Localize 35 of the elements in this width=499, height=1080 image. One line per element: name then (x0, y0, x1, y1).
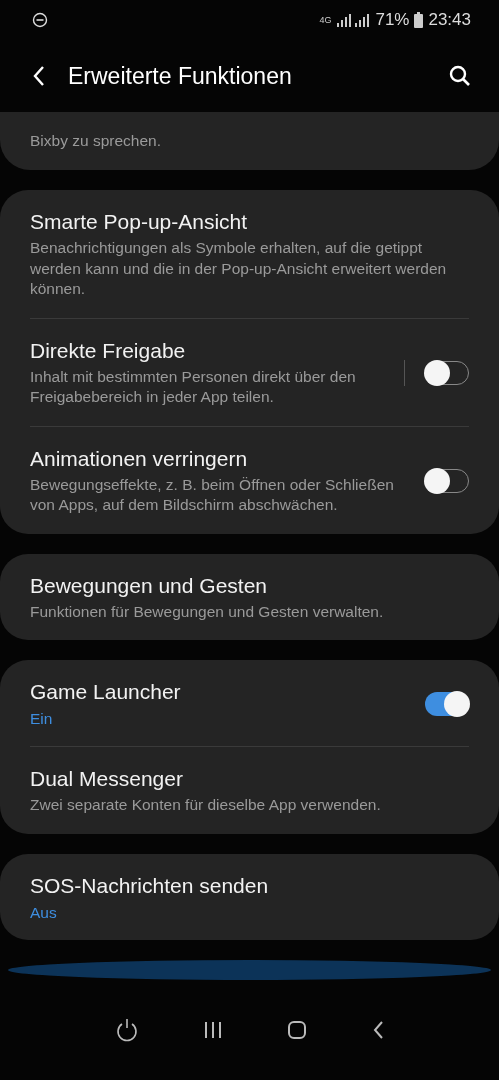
setting-row[interactable]: Direkte Freigabe Inhalt mit bestimmten Personen direkt über den Freigabebereich in jeder App teilen. (0, 318, 499, 426)
setting-row[interactable]: Smarte Pop-up-Ansicht Benachrichtigungen als Symbole erhalten, auf die getippt werden kann und die in der Pop-up-Ansicht erweitert werden können. (0, 190, 499, 318)
setting-title: Direkte Freigabe (30, 338, 187, 363)
setting-title: Game Launcher (30, 680, 182, 704)
setting-title: Animationen verringern (30, 446, 249, 471)
battery-percent: 71% (375, 10, 410, 30)
setting-description: Benachrichtigungen als Symbole erhalten, auf die getippt werden kann und die in der Pop-up-Ansicht erweitert werden können. (30, 238, 448, 299)
network-type: 4G (319, 15, 332, 25)
clock: 23:43 (428, 10, 471, 30)
page-title: Erweiterte Funktionen (68, 62, 293, 90)
setting-status: Aus (30, 903, 58, 922)
recent-apps-icon[interactable] (202, 1019, 223, 1040)
setting-title: Bewegungen und Gesten (30, 573, 269, 598)
setting-title: SOS-Nachrichten senden (30, 873, 270, 898)
do-not-disturb-icon (32, 12, 48, 28)
power-icon[interactable] (114, 1017, 139, 1042)
search-icon[interactable] (449, 65, 471, 87)
setting-description: Bixby zu sprechen. (30, 130, 161, 151)
back-icon[interactable] (32, 65, 46, 87)
setting-title: Dual Messenger (30, 767, 184, 791)
setting-row[interactable]: Game Launcher Ein (0, 660, 499, 746)
setting-row[interactable]: Bewegungen und Gesten Funktionen für Bewegungen und Gesten verwalten. (0, 553, 499, 640)
setting-title: Smarte Pop-up-Ansicht (30, 210, 249, 234)
setting-description: Zwei separate Konten für dieselbe App verwenden. (30, 795, 382, 815)
setting-status: Ein (30, 710, 54, 728)
signal-icon (336, 13, 371, 27)
setting-row[interactable]: SOS-Nachrichten senden Aus (0, 853, 499, 940)
setting-description: Funktionen für Bewegungen und Gesten verwalten. (30, 601, 385, 622)
setting-description: Bewegungseffekte, z. B. beim Öffnen oder Schließen von Apps, auf dem Bildschirm abschwächen. (30, 474, 395, 515)
setting-description: Inhalt mit bestimmten Personen direkt über den Freigabebereich in jeder App teilen. (30, 366, 357, 407)
setting-row[interactable]: Dual Messenger Zwei separate Konten für dieselbe App verwenden. (0, 747, 499, 834)
setting-row[interactable]: Animationen verringern Bewegungseffekte, z. B. beim Öffnen oder Schließen von Apps, auf dem Bildschirm abschwächen. (0, 426, 499, 534)
battery-icon (414, 12, 424, 28)
home-icon[interactable] (286, 1019, 307, 1040)
toggle-switch[interactable] (425, 692, 469, 716)
